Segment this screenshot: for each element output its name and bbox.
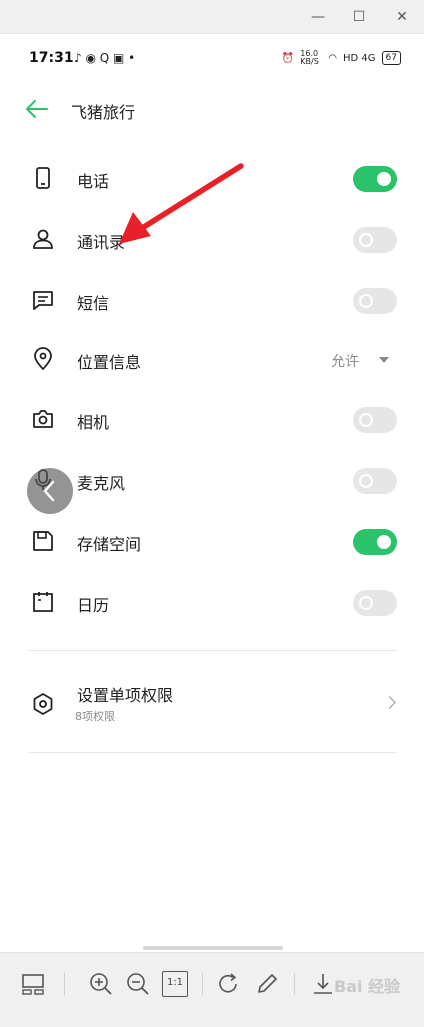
- permission-label: 相机: [77, 413, 110, 432]
- single-permission-subtitle: 8项权限: [75, 710, 115, 723]
- download-icon[interactable]: [310, 971, 336, 997]
- toggle-switch-camera[interactable]: [353, 407, 397, 433]
- shield-hexagon-icon: [33, 693, 53, 715]
- permission-label: 日历: [77, 596, 110, 615]
- chevron-right-icon: [383, 696, 396, 709]
- permission-label: 存储空间: [77, 535, 142, 554]
- actual-size-button[interactable]: 1:1: [162, 971, 188, 997]
- watermark-logo: Bai 经验: [334, 977, 401, 996]
- storage-icon: [33, 531, 53, 551]
- permission-row-calendar[interactable]: 日历: [1, 574, 423, 634]
- toolbar-separator: [202, 973, 203, 995]
- toggle-switch-calendar[interactable]: [353, 590, 397, 616]
- permission-label: 麦克风: [77, 474, 126, 493]
- camera-icon: [33, 410, 53, 428]
- minimize-button[interactable]: —: [306, 5, 330, 29]
- window-title-bar: — ☐ ✕: [0, 0, 424, 34]
- permission-row-location[interactable]: 位置信息 允许: [1, 331, 423, 391]
- maximize-button[interactable]: ☐: [347, 5, 371, 29]
- single-permission-settings[interactable]: 设置单项权限 8项权限: [1, 674, 423, 744]
- chevron-down-icon[interactable]: [379, 357, 389, 363]
- zoom-in-icon[interactable]: [88, 971, 114, 997]
- location-permission-value[interactable]: 允许: [331, 351, 359, 371]
- location-icon: [34, 347, 52, 371]
- toolbar-separator: [294, 973, 295, 995]
- phone-screen: 17:31 ♪ ◉ Q ▣ • ⏰ 16.0 KB/S ◠ HD 4G 67 飞…: [1, 34, 423, 951]
- permission-row-camera[interactable]: 相机: [1, 391, 423, 451]
- divider: [28, 650, 397, 651]
- toolbar-separator: [64, 973, 65, 995]
- rotate-icon[interactable]: [216, 971, 242, 997]
- permission-row-storage[interactable]: 存储空间: [1, 513, 423, 573]
- annotation-arrow-icon: [119, 163, 244, 244]
- toggle-switch-microphone[interactable]: [353, 468, 397, 494]
- viewer-toolbar: 1:1 Bai 经验: [0, 952, 424, 1027]
- divider: [28, 752, 397, 753]
- permission-label: 位置信息: [77, 353, 142, 372]
- single-permission-title: 设置单项权限: [77, 686, 174, 705]
- edit-pencil-icon[interactable]: [254, 971, 280, 997]
- chevron-left-icon: [43, 480, 55, 502]
- thumbnail-layout-icon[interactable]: [20, 971, 46, 997]
- calendar-icon: [33, 592, 53, 612]
- toggle-switch-storage[interactable]: [353, 529, 397, 555]
- close-button[interactable]: ✕: [390, 5, 414, 29]
- floating-back-button[interactable]: [27, 468, 73, 514]
- scroll-handle[interactable]: [143, 946, 283, 950]
- zoom-out-icon[interactable]: [125, 971, 151, 997]
